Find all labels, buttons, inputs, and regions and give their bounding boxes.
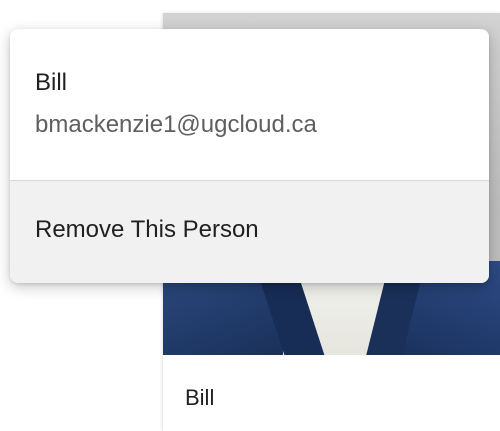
- remove-person-menu-item[interactable]: Remove This Person: [10, 181, 489, 283]
- popup-header: Bill bmackenzie1@ugcloud.ca: [10, 29, 489, 180]
- popup-person-name: Bill: [35, 69, 68, 96]
- person-card-name: Bill: [185, 385, 215, 410]
- remove-person-label: Remove This Person: [35, 216, 259, 243]
- popup-person-email: bmackenzie1@ugcloud.ca: [35, 111, 317, 138]
- person-popup-menu: Bill bmackenzie1@ugcloud.ca Remove This …: [10, 29, 489, 283]
